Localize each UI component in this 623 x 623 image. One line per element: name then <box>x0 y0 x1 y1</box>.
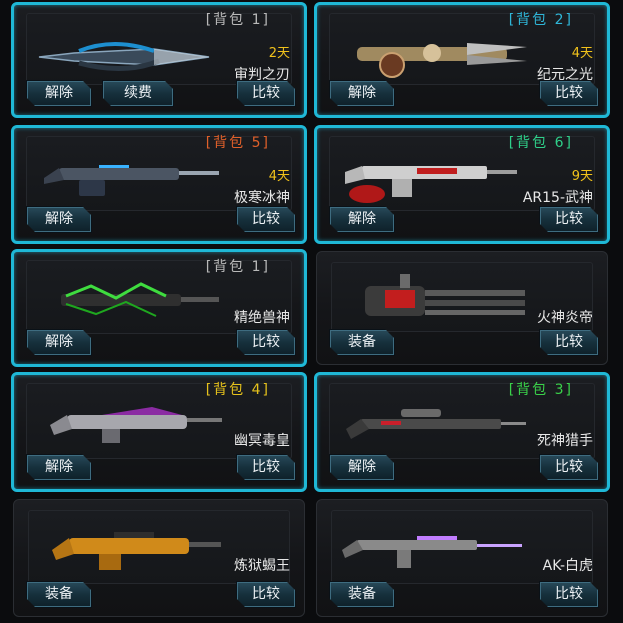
bag-slot-label: 背包 1 <box>204 259 272 275</box>
unequip-button[interactable]: 解除 <box>26 329 92 356</box>
renew-button[interactable]: 续费 <box>102 80 174 107</box>
unequip-button[interactable]: 解除 <box>329 80 395 107</box>
weapon-name: AK-白虎 <box>542 558 593 574</box>
weapon-card[interactable]: 背包 2 4天 纪元之光 解除 比较 <box>314 2 610 118</box>
weapon-name: 精绝兽神 <box>234 310 290 326</box>
equip-button[interactable]: 装备 <box>329 581 395 608</box>
bag-slot-label: 背包 6 <box>507 135 575 151</box>
weapon-name: 幽冥毒皇 <box>234 433 290 449</box>
weapon-card[interactable]: 背包 1 精绝兽神 解除 比较 <box>11 249 307 367</box>
weapon-card[interactable]: 背包 6 9天 AR15-武神 解除 比较 <box>314 125 610 244</box>
compare-button[interactable]: 比较 <box>236 581 296 608</box>
compare-button[interactable]: 比较 <box>236 206 296 233</box>
compare-button[interactable]: 比较 <box>236 80 296 107</box>
weapon-card[interactable]: 背包 3 死神猎手 解除 比较 <box>314 372 610 492</box>
beast-rifle-icon <box>61 282 219 317</box>
weapon-name: 极寒冰神 <box>234 190 290 206</box>
weapon-card[interactable]: 背包 4 幽冥毒皇 解除 比较 <box>11 372 307 492</box>
unequip-button[interactable]: 解除 <box>329 454 395 481</box>
equip-button[interactable]: 装备 <box>329 329 395 356</box>
bag-slot-label: 背包 3 <box>507 382 575 398</box>
compare-button[interactable]: 比较 <box>236 329 296 356</box>
weapon-card[interactable]: 炼狱蝎王 装备 比较 <box>13 499 305 617</box>
blade-weapon-icon <box>38 42 210 71</box>
bag-slot-label: 背包 5 <box>204 135 272 151</box>
unequip-button[interactable]: 解除 <box>26 454 92 481</box>
bag-slot-label: 背包 1 <box>204 12 272 28</box>
rental-days: 2天 <box>268 46 290 61</box>
compare-button[interactable]: 比较 <box>539 329 599 356</box>
ar15-rifle-icon <box>345 166 517 203</box>
scorpion-rifle-icon <box>52 532 221 570</box>
equip-button[interactable]: 装备 <box>26 581 92 608</box>
venom-rifle-icon <box>50 407 222 443</box>
rental-days: 9天 <box>571 169 593 184</box>
weapon-name: 炼狱蝎王 <box>234 558 290 574</box>
compare-button[interactable]: 比较 <box>539 80 599 107</box>
compare-button[interactable]: 比较 <box>539 581 599 608</box>
minigun-icon <box>365 274 525 316</box>
compare-button[interactable]: 比较 <box>539 206 599 233</box>
crossbow-weapon-icon <box>357 43 527 78</box>
weapon-card[interactable]: 背包 5 4天 极寒冰神 解除 比较 <box>11 125 307 244</box>
weapon-name: 死神猎手 <box>537 433 593 449</box>
weapon-name: AR15-武神 <box>522 190 593 206</box>
weapon-card[interactable]: 背包 1 2天 审判之刃 解除 续费 比较 <box>11 2 307 118</box>
ak-rifle-icon <box>342 536 522 568</box>
sniper-rifle-icon <box>346 409 526 439</box>
unequip-button[interactable]: 解除 <box>26 80 92 107</box>
unequip-button[interactable]: 解除 <box>26 206 92 233</box>
unequip-button[interactable]: 解除 <box>329 206 395 233</box>
ice-rifle-icon <box>44 165 219 196</box>
compare-button[interactable]: 比较 <box>539 454 599 481</box>
bag-slot-label: 背包 4 <box>204 382 272 398</box>
weapon-card[interactable]: 火神炎帝 装备 比较 <box>316 251 608 365</box>
rental-days: 4天 <box>268 169 290 184</box>
weapon-inventory-grid: 背包 1 2天 审判之刃 解除 续费 比较 背包 2 4天 纪元之光 解除 比较… <box>0 0 623 623</box>
weapon-name: 火神炎帝 <box>537 310 593 326</box>
weapon-card[interactable]: AK-白虎 装备 比较 <box>316 499 608 617</box>
rental-days: 4天 <box>571 46 593 61</box>
compare-button[interactable]: 比较 <box>236 454 296 481</box>
